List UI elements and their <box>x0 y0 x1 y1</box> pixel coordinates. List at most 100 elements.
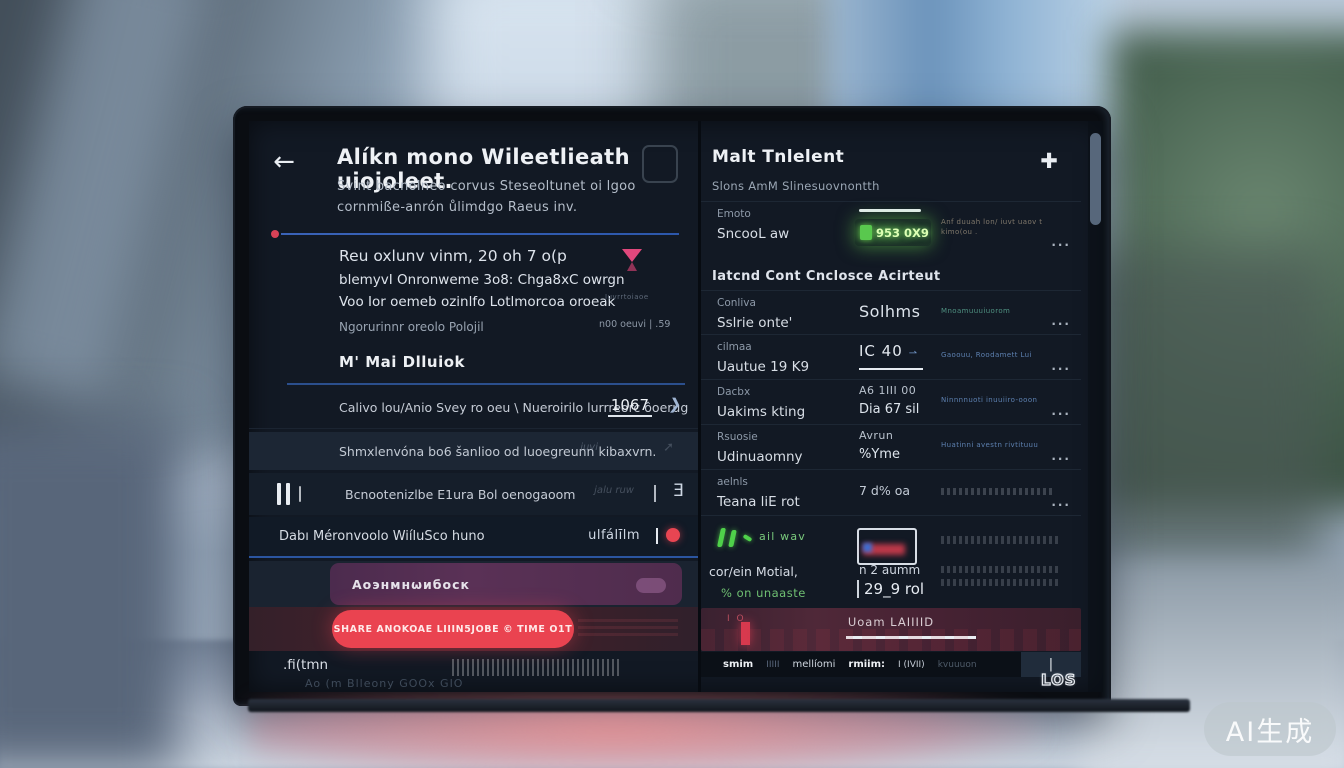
back-button[interactable]: ← <box>267 145 301 179</box>
primary-action-button[interactable]: SHARE ANOKOAE LIIIN5JOBE © TIME O1T <box>332 610 574 648</box>
equalizer-icon <box>719 528 753 548</box>
section-divider <box>287 383 685 385</box>
purple-banner-button[interactable]: Аоэнмнωибоск <box>330 563 682 605</box>
plus-icon: ✚ <box>1040 149 1058 173</box>
row-label-top: Conliva <box>717 297 756 309</box>
more-options-button[interactable]: ··· <box>1051 238 1071 252</box>
laptop-hinge <box>248 699 1190 712</box>
row-label: Udinuaomny <box>717 449 803 465</box>
toolbar-item[interactable]: IIIII <box>766 660 779 670</box>
row-label: Teana liE rot <box>717 494 800 510</box>
row-value: IC 40⇀ <box>859 342 918 360</box>
toolbar-item[interactable]: smim <box>723 659 753 670</box>
thumbnail-blue-dot <box>863 543 872 552</box>
data-row[interactable]: Conliva Sslrie onte' Solhms Mnoamuuuiuor… <box>701 290 1081 334</box>
row-value: %Yme <box>859 447 900 462</box>
pause-icon <box>277 483 305 505</box>
faint-arrow-icon: ➚ <box>663 440 674 455</box>
row-label: SncooL aw <box>717 226 789 242</box>
left-panel: ← Alíkn mono Wileetlieath uiojoleet. Svi… <box>249 121 698 692</box>
info-line-2: blemyvI Onronweme 3o8: Chga8xC owrgn <box>339 272 625 288</box>
row-note: Mnoamuuuiuorom <box>941 307 1063 317</box>
add-button[interactable]: ✚ <box>1035 147 1063 175</box>
panel-title: Malt Tnlelent <box>712 147 844 167</box>
list-item-text: Bcnootenizlbe E1ura Bol oenogaoom <box>345 487 575 502</box>
thumbnail-box <box>857 528 917 565</box>
banner-underline <box>846 636 976 639</box>
data-row[interactable]: Dacbx Uakims kting A6 1III 00 Dia 67 sil… <box>701 379 1081 424</box>
record-dot-icon <box>666 528 680 542</box>
footer-faint-text: Ao (m Blleony GOOx GIO <box>305 677 463 690</box>
list-item-settings[interactable]: Shmxlenvóna bo6 šanlioo od luoegreunn ki… <box>249 432 698 470</box>
hourglass-caption: Iuvrrtoiaoe <box>605 293 649 301</box>
equalizer-label: ail wav <box>759 530 806 543</box>
toolbar-item[interactable]: mellíomi <box>793 659 836 670</box>
more-options-button[interactable]: ··· <box>1051 452 1071 466</box>
row-note: Anf duuah lon/ iuvt uaov t kimo(ou . <box>941 218 1063 238</box>
right-panel: Malt Tnlelent ✚ Slons AmM Slinesuovnontt… <box>701 121 1103 692</box>
toggle-pill[interactable] <box>636 578 666 593</box>
green-square-icon <box>860 225 872 240</box>
info-line-3: Voo Ior oemeb ozinlfo Lotlmorcoa oroeak <box>339 294 615 310</box>
row-label-top: Emoto <box>717 208 751 220</box>
row-label: Sslrie onte' <box>717 315 792 331</box>
summary-value-top: n 2 aumm <box>859 563 920 577</box>
list-item-record[interactable]: Dabı Méronvoolo WiíluSco huno ulfálīlm <box>249 517 698 558</box>
reverse-e-icon: Ǝ <box>673 481 684 501</box>
status-row[interactable]: Emoto SncooL aw 953 0X9 Anf duuah lon/ i… <box>701 201 1081 255</box>
summary-note-redacted <box>941 579 1059 586</box>
more-options-button[interactable]: ··· <box>1051 317 1071 331</box>
count-badge: 1067 <box>608 396 652 417</box>
back-arrow-icon: ← <box>273 147 295 177</box>
progress-line <box>281 233 679 235</box>
list-item-survey[interactable]: Calivo lou/Anio Svey ro oeu \ Nueroirilo… <box>249 387 698 429</box>
page-subtitle-line2: cornmiße-anrón ůlimdgo Raeus inv. <box>337 200 577 215</box>
page-subtitle-line1: Svint bacnolneo corvus Steseoltunet oi l… <box>337 179 636 194</box>
barcode <box>452 659 622 676</box>
row-label: Uakims kting <box>717 404 805 420</box>
value-underline <box>859 368 923 370</box>
banner-label: Uoam LAIIIID <box>701 615 1081 629</box>
row-note: Gaoouu, Roodamett Lui <box>941 351 1063 361</box>
list-item-extra[interactable]: Bcnootenizlbe E1ura Bol oenogaoom jalu r… <box>249 473 698 515</box>
bottom-toolbar: smim IIIII mellíomi rmiim: I (IVII) kvuu… <box>701 652 1081 677</box>
row-label-top: aelnls <box>717 476 748 488</box>
data-row[interactable]: Rsuosie Udinuaomny Avrun %Yme Huatinni a… <box>701 424 1081 469</box>
row-value-top: Avrun <box>859 429 893 442</box>
footer-label: .fi(tmn <box>283 657 328 673</box>
highlight-row: Аоэнмнωибоск <box>249 561 698 607</box>
summary-note-redacted <box>941 536 1059 544</box>
data-row[interactable]: aelnls Teana liE rot 7 d% oa ··· <box>701 469 1081 515</box>
row-label-top: Dacbx <box>717 386 750 398</box>
list-item-text: Shmxlenvóna bo6 šanlioo od luoegreunn ki… <box>339 444 656 459</box>
more-options-button[interactable]: ··· <box>1051 407 1071 421</box>
purple-banner-label: Аоэнмнωибоск <box>352 577 470 592</box>
los-logo: LOS <box>1041 671 1077 689</box>
alert-banner: I O Uoam LAIIIID <box>701 608 1081 651</box>
background-right-object <box>1095 250 1325 580</box>
row-label-top: cilmaa <box>717 341 752 353</box>
toolbar-item[interactable]: I (IVII) <box>898 660 925 670</box>
toolbar-item[interactable]: kvuuuon <box>938 660 977 670</box>
toolbar-item[interactable]: rmiim: <box>848 659 885 670</box>
info-line-1: Reu oxlunv vinm, 20 oh 7 o(p <box>339 247 567 265</box>
status-line <box>859 209 921 212</box>
more-options-button[interactable]: ··· <box>1051 362 1071 376</box>
summary-row[interactable]: ail wav cor/ein Motial, % on unaaste n 2… <box>701 515 1081 605</box>
row-note-redacted <box>941 488 1053 495</box>
list-item-note: juvi <box>580 442 598 453</box>
more-options-button[interactable]: ··· <box>1051 498 1071 512</box>
small-arrow-icon: ⇀ <box>909 348 918 359</box>
panel-subtitle: Slons AmM Slinesuovnontth <box>712 179 880 193</box>
data-row[interactable]: cilmaa Uautue 19 K9 IC 40⇀ Gaoouu, Rooda… <box>701 334 1081 379</box>
row-value: Dia 67 sil <box>859 402 919 417</box>
row-value: Solhms <box>859 302 920 321</box>
status-badge-value: 953 0X9 <box>876 226 929 240</box>
summary-note-redacted <box>941 566 1059 573</box>
row-label-top: Rsuosie <box>717 431 758 443</box>
scene: ← Alíkn mono Wileetlieath uiojoleet. Svi… <box>0 0 1344 768</box>
summary-green-label: % on unaaste <box>721 586 806 600</box>
divider-bar <box>654 485 656 502</box>
app-screen: ← Alíkn mono Wileetlieath uiojoleet. Svi… <box>249 121 1103 692</box>
scrollbar-thumb[interactable] <box>1090 133 1101 225</box>
